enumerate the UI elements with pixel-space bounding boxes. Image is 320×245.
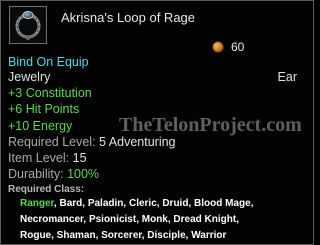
price-value: 60	[231, 40, 245, 54]
class-item: Paladin	[87, 198, 124, 209]
ring-icon	[11, 8, 45, 42]
class-item: Necromancer	[20, 214, 84, 225]
class-item: Cleric	[128, 198, 157, 209]
class-list: Ranger, Bard, Paladin, Cleric, Druid, Bl…	[20, 198, 254, 241]
item-level-value: 15	[72, 151, 87, 165]
class-item: Bard	[59, 198, 83, 209]
item-tooltip: Akrisna's Loop of Rage 60 Bind On Equip …	[0, 0, 314, 245]
required-level-label: Required Level:	[8, 135, 96, 149]
stat-line: +3 Constitution	[8, 86, 92, 100]
class-item: Blood Mage	[194, 198, 251, 209]
class-item: Shaman	[56, 230, 96, 241]
item-name: Akrisna's Loop of Rage	[61, 10, 196, 25]
class-item: Ranger	[20, 198, 54, 209]
watermark: TheTelonProject.com	[119, 114, 302, 136]
class-item: Rogue	[20, 230, 52, 241]
class-item: Monk	[141, 214, 168, 225]
stat-line: +10 Energy	[8, 119, 73, 133]
durability-value: 100%	[67, 167, 100, 181]
required-level: Required Level: 5 Adventuring	[8, 135, 176, 150]
item-level: Item Level: 15	[8, 151, 87, 166]
durability-label: Durability:	[8, 167, 64, 181]
stat-line: +6 Hit Points	[8, 102, 80, 116]
required-class-label: Required Class:	[8, 184, 85, 195]
item-icon-frame	[9, 6, 47, 44]
class-item: Warrior	[191, 230, 227, 241]
binding-text: Bind On Equip	[8, 55, 89, 69]
class-item: Sorcerer	[101, 230, 142, 241]
item-level-label: Item Level:	[8, 151, 70, 165]
class-item: Dread Knight	[173, 214, 237, 225]
class-item: Disciple	[147, 230, 186, 241]
required-level-value: 5 Adventuring	[99, 135, 176, 149]
item-type: Jewelry	[8, 70, 51, 84]
class-item: Psionicist	[88, 214, 137, 225]
class-item: Druid	[162, 198, 189, 209]
copper-coin-icon	[212, 41, 224, 53]
item-slot: Ear	[277, 70, 297, 84]
durability: Durability: 100%	[8, 167, 99, 182]
